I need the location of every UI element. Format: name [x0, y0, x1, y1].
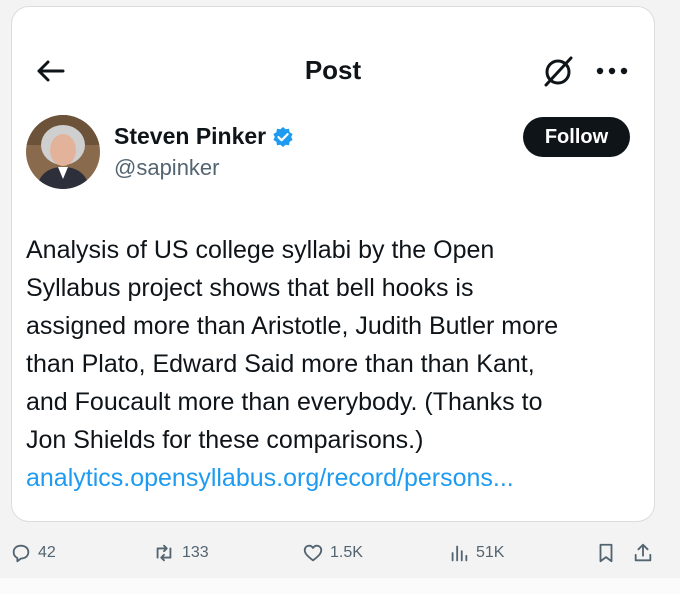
bottom-strip: [0, 578, 680, 594]
more-button[interactable]: [592, 52, 632, 90]
repost-icon: [156, 544, 172, 562]
author-name-row[interactable]: Steven Pinker: [114, 123, 294, 150]
views-button[interactable]: 51K: [448, 535, 504, 571]
action-bar: 42 133 1.5K 51K: [0, 535, 680, 571]
repost-button[interactable]: 133: [152, 535, 209, 571]
author-name: Steven Pinker: [114, 123, 267, 149]
views-count: 51K: [476, 544, 505, 561]
avatar[interactable]: [26, 115, 100, 189]
share-button[interactable]: [632, 535, 654, 571]
repost-count: 133: [182, 544, 209, 561]
post-link[interactable]: analytics.opensyllabus.org/record/person…: [26, 459, 514, 497]
top-bar: Post: [12, 7, 654, 127]
author-handle[interactable]: @sapinker: [114, 155, 220, 181]
post-card: Post Steven Pinker @sapinker Follow Anal…: [11, 6, 655, 522]
grok-icon: [544, 56, 573, 87]
verified-badge-icon: [273, 126, 293, 147]
heart-icon: [303, 544, 323, 562]
more-icon: [596, 67, 628, 75]
post-text: Analysis of US college syllabi by the Op…: [26, 236, 559, 454]
reply-icon: [12, 544, 30, 563]
bookmark-icon: [599, 543, 613, 563]
reply-count: 42: [38, 544, 56, 561]
like-count: 1.5K: [330, 544, 363, 561]
views-icon: [451, 545, 468, 562]
bookmark-button[interactable]: [596, 535, 616, 571]
share-icon: [634, 543, 652, 562]
grok-button[interactable]: [540, 52, 578, 90]
follow-button[interactable]: Follow: [523, 117, 630, 157]
like-button[interactable]: 1.5K: [302, 535, 363, 571]
reply-button[interactable]: 42: [10, 535, 56, 571]
